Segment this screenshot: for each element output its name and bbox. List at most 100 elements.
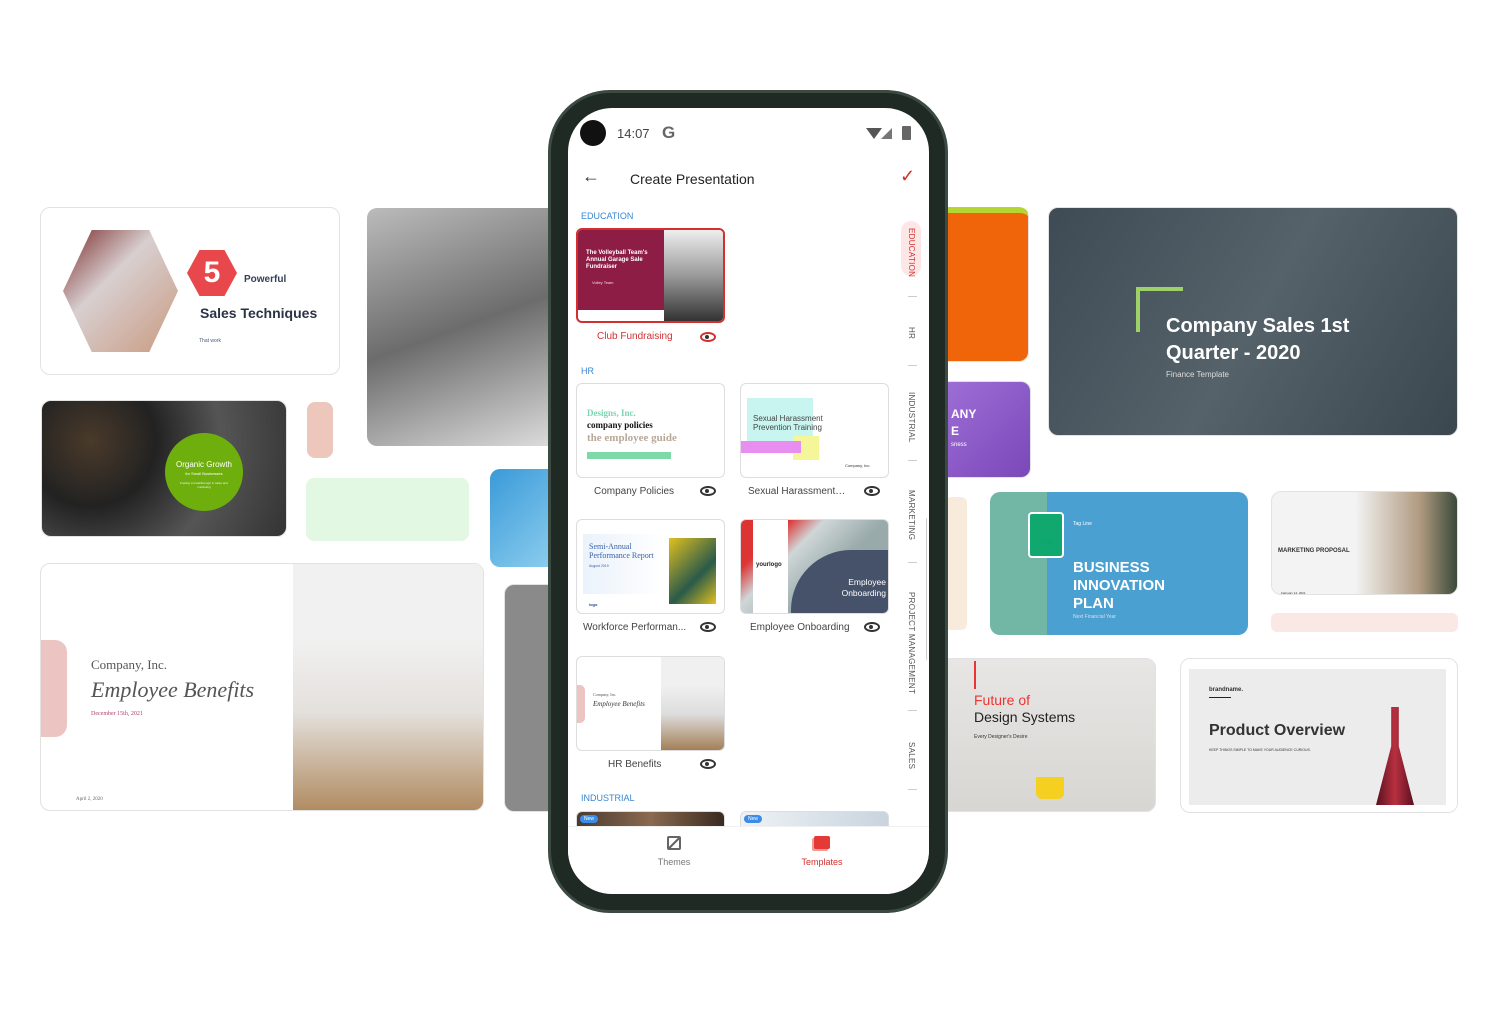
title: MARKETING PROPOSAL (1278, 548, 1350, 554)
title: Product Overview (1209, 722, 1346, 739)
text: E (951, 424, 960, 438)
template-caption: Workforce Performan... (583, 622, 687, 633)
thumb-logo: logo (589, 602, 598, 607)
divider (908, 710, 917, 711)
divider (908, 296, 917, 297)
template-company-sales: Company Sales 1st Quarter - 2020 Finance… (1048, 207, 1458, 436)
divider (1209, 697, 1231, 698)
thumb-photo (669, 538, 716, 604)
template-employee-onboarding[interactable]: yourlogo Employee Onboarding (740, 519, 889, 614)
tagline: Tag Line (1073, 521, 1092, 527)
title: Future of (974, 692, 1031, 708)
logo (1028, 512, 1064, 558)
template-company-policies[interactable]: Designs, Inc. company policies the emplo… (576, 383, 725, 478)
thumb-bar (587, 452, 671, 459)
thumb-text: company policies (587, 420, 653, 430)
template-caption: Company Policies (594, 486, 675, 497)
divider (908, 365, 917, 366)
camera (580, 120, 606, 146)
template-sales-techniques: 5 Powerful Sales Techniques That work (40, 207, 340, 375)
nav-templates[interactable]: Templates (786, 836, 858, 867)
photo (63, 230, 178, 352)
template-organic-growth: Organic Growth for Small Businesses Fuel… (41, 400, 287, 537)
text: ANY (951, 407, 977, 421)
pink-tab (41, 640, 67, 737)
body: Fueling a breakthrough in sales and mark… (180, 481, 228, 489)
battery-icon (902, 126, 911, 140)
nav-label: Templates (801, 857, 843, 867)
people-photo (293, 564, 483, 810)
preview-eye-icon[interactable] (864, 486, 880, 496)
subtitle: Every Designer's Desire (974, 734, 1028, 740)
accent-bar (974, 661, 976, 689)
thumb-text: Employee Onboarding (841, 577, 886, 598)
preview-eye-icon[interactable] (864, 622, 880, 632)
thumb-logo: yourlogo (756, 562, 782, 568)
google-icon: G (662, 123, 676, 142)
thumb-subtitle: Volley Team (592, 280, 614, 285)
divider (908, 460, 917, 461)
template-sexual-harassment[interactable]: Sexual Harassment Prevention Training Co… (740, 383, 889, 478)
brand: brandname. (1209, 687, 1244, 693)
nav-themes[interactable]: Themes (638, 836, 710, 867)
template-club-fundraising[interactable]: The Volleyball Team's Annual Garage Sale… (576, 228, 725, 323)
templates-icon (814, 836, 830, 849)
thumb-photo (664, 230, 723, 321)
preview-eye-icon[interactable] (700, 486, 716, 496)
phone-screen: 14:07 G ← Create Presentation ✓ EDUCATIO… (568, 108, 929, 894)
template-employee-benefits: Company, Inc. Employee Benefits December… (40, 563, 484, 811)
rail-item-sales[interactable]: SALES (907, 742, 916, 769)
themes-icon (667, 836, 681, 850)
template-hr-benefits[interactable]: Company, Inc. Employee Benefits (576, 656, 725, 751)
rail-item-marketing[interactable]: MARKETING (907, 490, 916, 540)
subtitle: Finance Template (1166, 370, 1229, 379)
divider (908, 789, 917, 790)
thumb-photo (661, 657, 724, 750)
template-caption: Employee Onboarding (750, 622, 850, 633)
rail-item-industrial[interactable]: INDUSTRIAL (907, 392, 916, 443)
template-workforce-performance[interactable]: Semi-Annual Performance Report August 20… (576, 519, 725, 614)
template-caption: Sexual Harassment P... (748, 486, 848, 497)
scrollbar[interactable] (926, 518, 929, 660)
logo-text: Corla (1040, 540, 1052, 546)
pink-tab (577, 685, 585, 723)
section-industrial: INDUSTRIAL (581, 793, 635, 803)
thumb-title: The Volleyball Team's Annual Garage Sale… (586, 250, 648, 270)
beige-strip (945, 497, 967, 630)
thumb-text: Semi-Annual Performance Report (589, 542, 654, 560)
title: BUSINESS INNOVATION PLAN (1073, 559, 1165, 612)
template-orange (935, 207, 1029, 362)
company: Company, Inc. (91, 657, 168, 672)
back-button[interactable]: ← (582, 166, 600, 187)
title: Organic Growth (175, 460, 233, 469)
template-people-photo (367, 208, 557, 446)
confirm-check-button[interactable]: ✓ (900, 166, 915, 187)
rail-item-education[interactable]: EDUCATION (907, 228, 916, 277)
preview-eye-icon[interactable] (700, 622, 716, 632)
divider (908, 562, 917, 563)
template-marketing-proposal: MARKETING PROPOSAL February 14, 2021 (1271, 491, 1458, 595)
template-caption: Club Fundraising (597, 331, 673, 342)
section-education: EDUCATION (581, 211, 634, 221)
title: Company Sales 1st Quarter - 2020 (1166, 315, 1350, 364)
template-product-overview: brandname. Product Overview KEEP THINGS … (1180, 658, 1458, 813)
thumb-block (741, 441, 801, 453)
section-hr: HR (581, 366, 594, 376)
nav-label: Themes (657, 857, 691, 867)
thumb-text: Company, Inc. (593, 692, 617, 697)
rail-item-hr[interactable]: HR (907, 327, 916, 339)
date: December 15th, 2021 (91, 711, 143, 717)
page-title: Create Presentation (630, 171, 755, 187)
thumb-text: the employee guide (587, 432, 677, 444)
rail-item-project-management[interactable]: PROJECT MANAGEMENT (907, 592, 916, 694)
green-block (306, 478, 469, 541)
title: Employee Benefits (91, 677, 255, 702)
thumb-text: August 2019 (589, 564, 609, 568)
wifi-icon (866, 128, 882, 139)
new-badge: New (744, 815, 763, 823)
preview-eye-icon[interactable] (700, 759, 716, 769)
preview-eye-icon[interactable] (700, 332, 716, 342)
title: Sales Techniques (200, 305, 318, 321)
bottom-nav (568, 826, 929, 894)
footer: April 2, 2020 (76, 797, 103, 802)
